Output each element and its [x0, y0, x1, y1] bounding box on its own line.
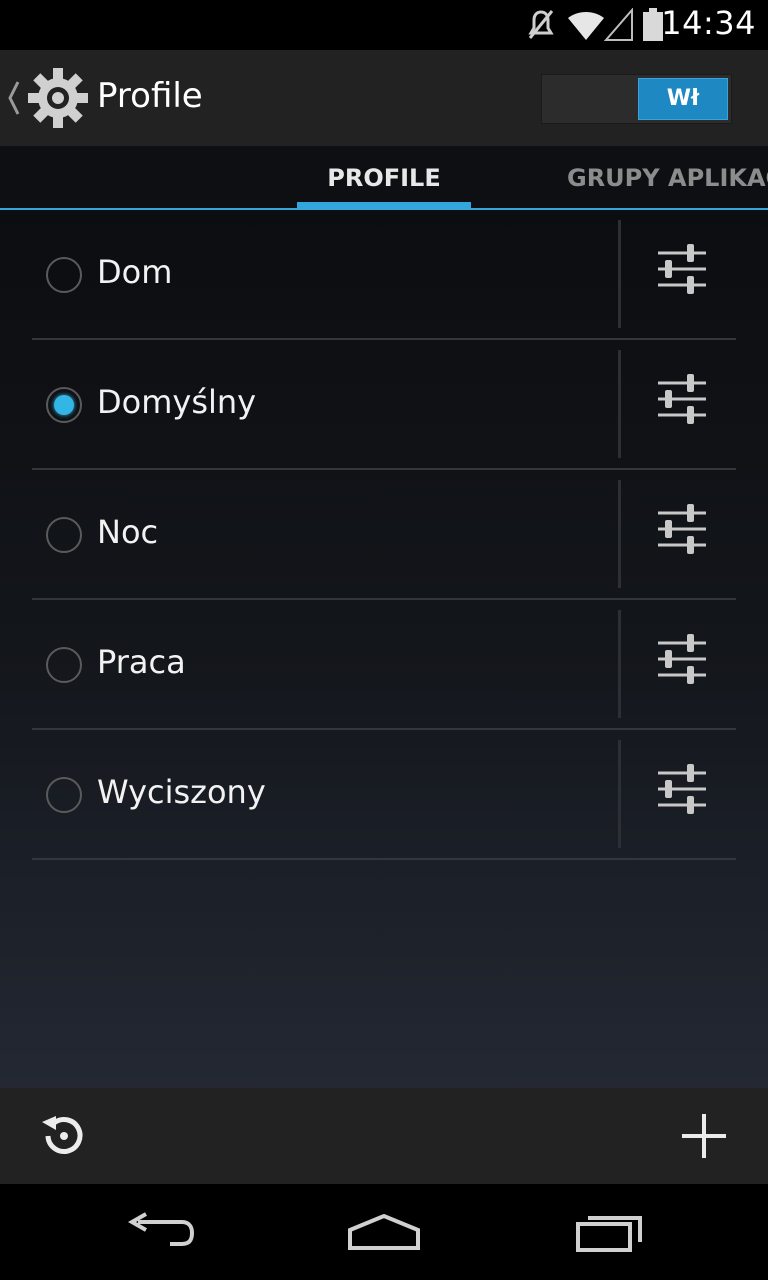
navigation-bar: [0, 1184, 768, 1280]
list-item[interactable]: Wyciszony: [32, 730, 736, 860]
profile-label: Noc: [97, 513, 159, 551]
radio-button[interactable]: [46, 257, 82, 293]
toggle-on-label: Wł: [638, 78, 728, 120]
list-item[interactable]: Domyślny: [32, 340, 736, 470]
tab-profile[interactable]: PROFILE: [297, 164, 471, 192]
profile-label: Wyciszony: [97, 773, 266, 811]
radio-button[interactable]: [46, 647, 82, 683]
settings-sliders-icon[interactable]: [654, 631, 710, 687]
list-item[interactable]: Noc: [32, 470, 736, 600]
divider: [618, 480, 621, 588]
page-title: Profile: [97, 76, 203, 116]
signal-icon: [604, 8, 633, 41]
list-item[interactable]: Praca: [32, 600, 736, 730]
recent-apps-icon[interactable]: [574, 1212, 646, 1254]
profile-label: Dom: [97, 253, 173, 291]
divider: [618, 610, 621, 718]
bottom-action-bar: [0, 1088, 768, 1184]
settings-sliders-icon[interactable]: [654, 371, 710, 427]
settings-sliders-icon[interactable]: [654, 501, 710, 557]
tab-bar: PROFILE GRUPY APLIKAC: [0, 146, 768, 210]
profile-list-area: Dom Domyślny Noc Praca Wyciszony: [0, 210, 768, 1088]
profiles-toggle[interactable]: Wł: [541, 74, 732, 124]
status-time: 14:34: [661, 4, 756, 42]
profile-label: Domyślny: [97, 383, 257, 421]
list-item[interactable]: Dom: [32, 210, 736, 340]
radio-button-selected[interactable]: [46, 387, 82, 423]
reset-icon[interactable]: [38, 1110, 90, 1162]
add-icon[interactable]: [678, 1110, 730, 1162]
profile-list: Dom Domyślny Noc Praca Wyciszony: [32, 210, 736, 860]
settings-sliders-icon[interactable]: [654, 241, 710, 297]
radio-button[interactable]: [46, 777, 82, 813]
back-icon[interactable]: [124, 1212, 196, 1254]
divider: [618, 350, 621, 458]
wifi-icon: [568, 12, 604, 40]
mute-icon: [528, 10, 554, 39]
profile-label: Praca: [97, 643, 186, 681]
status-bar: 14:34: [0, 0, 768, 50]
tab-indicator: [297, 202, 471, 208]
chevron-left-icon[interactable]: [6, 78, 22, 118]
gear-icon[interactable]: [26, 66, 90, 130]
tab-app-groups[interactable]: GRUPY APLIKAC: [567, 164, 768, 192]
settings-sliders-icon[interactable]: [654, 761, 710, 817]
divider: [618, 220, 621, 328]
divider: [618, 740, 621, 848]
radio-button[interactable]: [46, 517, 82, 553]
home-icon[interactable]: [346, 1212, 422, 1254]
